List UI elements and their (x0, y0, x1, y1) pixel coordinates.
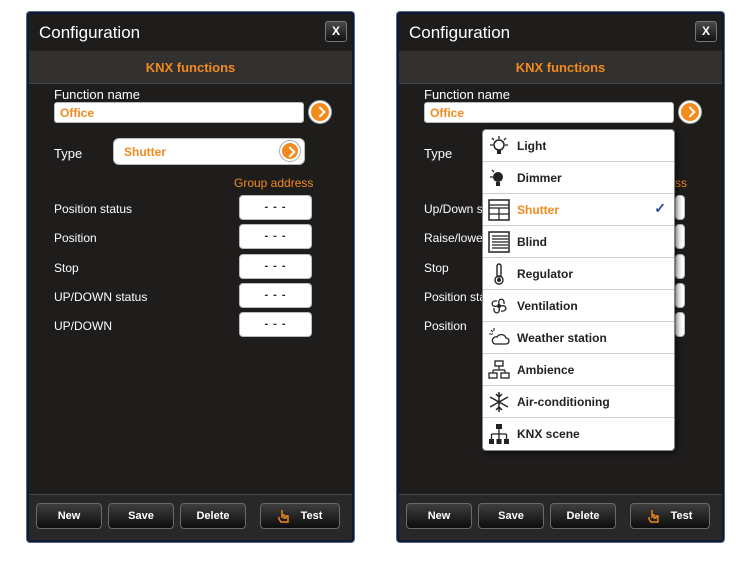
function-name-label: Function name (54, 87, 140, 102)
group-address-input[interactable]: - - - (239, 283, 312, 308)
test-button-label: Test (300, 510, 323, 522)
dimmer-bulb-icon (490, 169, 503, 186)
function-name-label: Function name (424, 87, 510, 102)
dropdown-item-label: Air-conditioning (517, 395, 610, 409)
group-address-input-partial[interactable] (675, 224, 685, 249)
row-label: Stop (54, 261, 79, 275)
save-button[interactable]: Save (478, 503, 544, 529)
bottom-toolbar: New Save Delete Test (29, 494, 352, 540)
dropdown-item-label: Ambience (517, 363, 575, 377)
blind-icon (488, 231, 510, 253)
row-label: UP/DOWN status (54, 290, 148, 304)
window-title: Configuration (39, 23, 141, 42)
dropdown-item-knx-scene[interactable]: KNX scene (483, 418, 674, 450)
group-address-input-partial[interactable] (675, 195, 685, 220)
function-name-input[interactable]: Office (54, 102, 304, 123)
shutter-icon (488, 199, 510, 221)
thermometer-icon (494, 263, 504, 285)
group-address-input[interactable]: - - - (239, 224, 312, 249)
bottom-toolbar: New Save Delete Test (399, 494, 722, 540)
new-button[interactable]: New (36, 503, 102, 529)
light-bulb-icon (490, 136, 508, 154)
test-button[interactable]: Test (260, 503, 340, 529)
window-title: Configuration (409, 23, 511, 42)
dropdown-item-label: KNX scene (517, 427, 580, 441)
dropdown-item-shutter[interactable]: Shutter ✓ (483, 194, 674, 226)
delete-button[interactable]: Delete (550, 503, 616, 529)
dropdown-item-regulator[interactable]: Regulator (483, 258, 674, 290)
row-label: Position (424, 319, 467, 333)
dropdown-item-label: Dimmer (517, 171, 562, 185)
row-label: Stop (424, 261, 449, 275)
type-select[interactable]: Shutter (113, 138, 305, 165)
ambience-icon (488, 360, 510, 379)
test-button-label: Test (670, 510, 693, 522)
delete-button[interactable]: Delete (180, 503, 246, 529)
dropdown-item-label: Weather station (517, 331, 607, 345)
save-button[interactable]: Save (108, 503, 174, 529)
test-button[interactable]: Test (630, 503, 710, 529)
close-button[interactable]: X (695, 21, 717, 42)
row-label: UP/DOWN (54, 319, 112, 333)
new-button[interactable]: New (406, 503, 472, 529)
group-address-header: Group address (234, 176, 314, 190)
group-address-input[interactable]: - - - (239, 312, 312, 337)
dropdown-item-ventilation[interactable]: Ventilation (483, 290, 674, 322)
row-label: Position (54, 231, 97, 245)
group-address-input-partial[interactable] (675, 312, 685, 337)
section-title: KNX functions (29, 50, 352, 84)
config-panel-left: Configuration X KNX functions Function n… (27, 12, 354, 542)
section-title: KNX functions (399, 50, 722, 84)
type-select-value: Shutter (124, 145, 166, 159)
weather-icon (489, 328, 510, 345)
type-label: Type (54, 146, 83, 161)
dropdown-item-label: Shutter (517, 203, 559, 217)
fan-icon (491, 298, 507, 314)
group-address-input-partial[interactable] (675, 283, 685, 308)
type-label: Type (424, 146, 453, 161)
pointing-hand-icon (277, 509, 289, 523)
selected-check-icon: ✓ (654, 200, 666, 216)
network-scene-icon (489, 424, 509, 444)
group-address-input[interactable]: - - - (239, 254, 312, 279)
function-name-go-icon[interactable] (309, 101, 331, 123)
dropdown-item-label: Ventilation (517, 299, 578, 313)
type-select-arrow-icon[interactable] (280, 141, 300, 161)
close-button[interactable]: X (325, 21, 347, 42)
group-address-input-partial[interactable] (675, 254, 685, 279)
function-name-input[interactable]: Office (424, 102, 674, 123)
row-label: Raise/lowe (424, 231, 483, 245)
dropdown-item-weather-station[interactable]: Weather station (483, 322, 674, 354)
dropdown-item-label: Light (517, 139, 547, 153)
dropdown-item-air-conditioning[interactable]: Air-conditioning (483, 386, 674, 418)
type-dropdown-menu: Light Dimmer Shutter ✓ Blind Regulator V… (482, 129, 675, 451)
pointing-hand-icon (647, 509, 659, 523)
dropdown-item-light[interactable]: Light (483, 130, 674, 162)
function-name-go-icon[interactable] (679, 101, 701, 123)
group-address-header-partial: ss (675, 176, 687, 190)
row-label: Position sta (424, 290, 487, 304)
group-address-input[interactable]: - - - (239, 195, 312, 220)
row-label: Position status (54, 202, 133, 216)
row-label: Up/Down s (424, 202, 483, 216)
dropdown-item-label: Blind (517, 235, 547, 249)
dropdown-item-ambience[interactable]: Ambience (483, 354, 674, 386)
dropdown-item-blind[interactable]: Blind (483, 226, 674, 258)
dropdown-item-dimmer[interactable]: Dimmer (483, 162, 674, 194)
dropdown-item-label: Regulator (517, 267, 574, 281)
snowflake-icon (489, 392, 509, 412)
